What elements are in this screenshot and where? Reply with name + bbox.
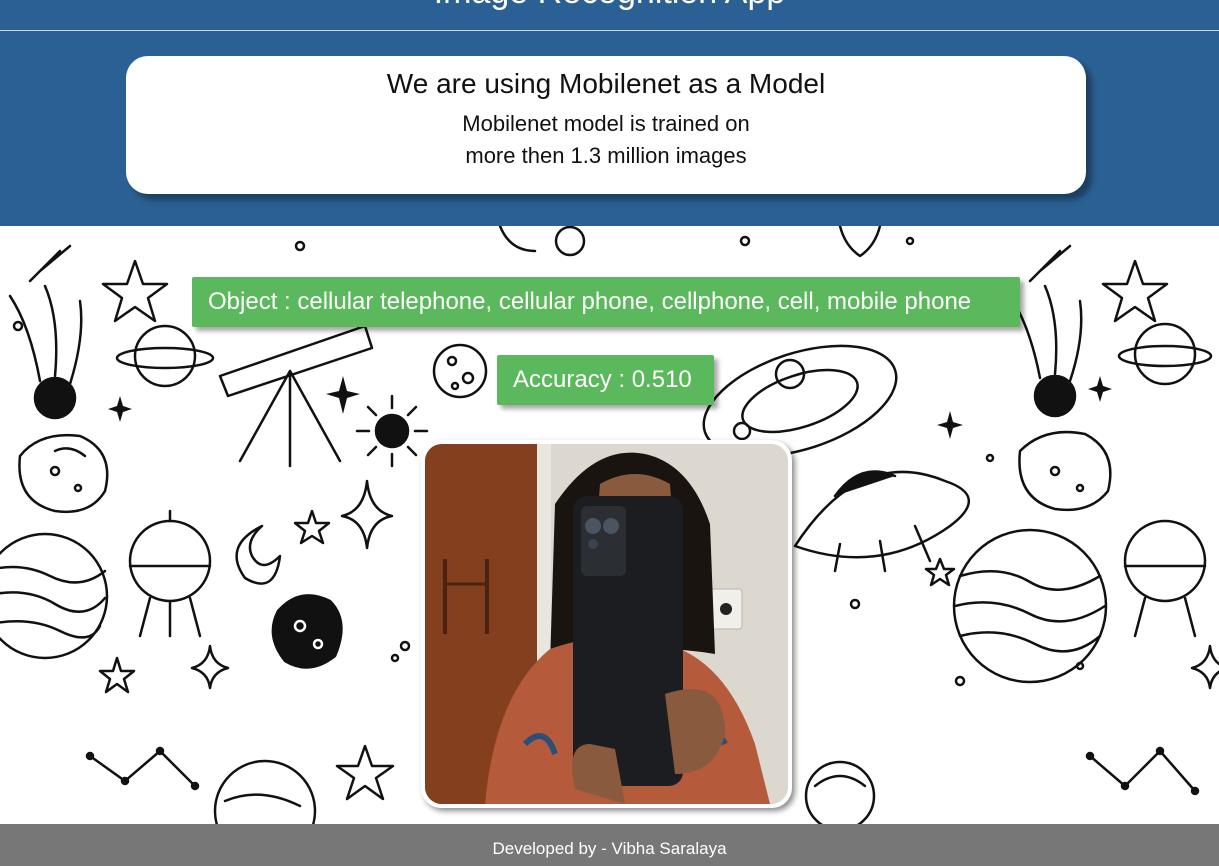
constellation-icon [85, 746, 200, 791]
ringed-planet-icon [1117, 322, 1213, 386]
moon-rock-icon [18, 434, 109, 514]
moon-rock-icon [1018, 430, 1112, 512]
ringed-planet-icon [115, 324, 215, 388]
footer-bar: Developed by - Vibha Saralaya [0, 824, 1219, 866]
ufo-icon [793, 470, 971, 573]
space-pod-icon [1123, 519, 1207, 638]
sun-icon [355, 394, 429, 468]
header-divider [0, 30, 1219, 31]
comet-icon [28, 244, 72, 283]
striped-planet-icon [952, 528, 1108, 684]
sun-icon [554, 226, 586, 257]
constellation-icon [1085, 746, 1200, 796]
earth-globe-icon [213, 759, 317, 824]
model-info-line-2: more then 1.3 million images [465, 143, 747, 168]
comet-icon [1008, 284, 1083, 418]
crescent-moon-icon [235, 524, 282, 585]
detected-object-label: Object : cellular telephone, cellular ph… [192, 277, 1020, 327]
comet-icon [8, 284, 83, 420]
header-bar: Image Recognition App We are using Mobil… [0, 0, 1219, 226]
accuracy-label: Accuracy : 0.510 [497, 355, 714, 405]
webcam-feed [425, 444, 788, 804]
space-pod-icon [128, 509, 212, 638]
model-info-line-1: Mobilenet model is trained on [462, 111, 750, 136]
striped-planet-icon [0, 532, 109, 660]
speckled-moon-icon [432, 343, 488, 399]
camera-frame [421, 440, 792, 808]
asteroid-icon [271, 594, 343, 669]
astronaut-helmet-icon [804, 760, 876, 824]
astronaut-legs-icon [838, 226, 882, 258]
planet-edge-icon [498, 226, 537, 253]
developer-credit: Developed by - Vibha Saralaya [492, 839, 727, 858]
model-info-title: We are using Mobilenet as a Model [386, 68, 826, 99]
app-title: Image Recognition App [0, 0, 1219, 14]
comet-icon [1028, 244, 1072, 283]
model-info-card: We are using Mobilenet as a Model Mobile… [126, 56, 1086, 194]
